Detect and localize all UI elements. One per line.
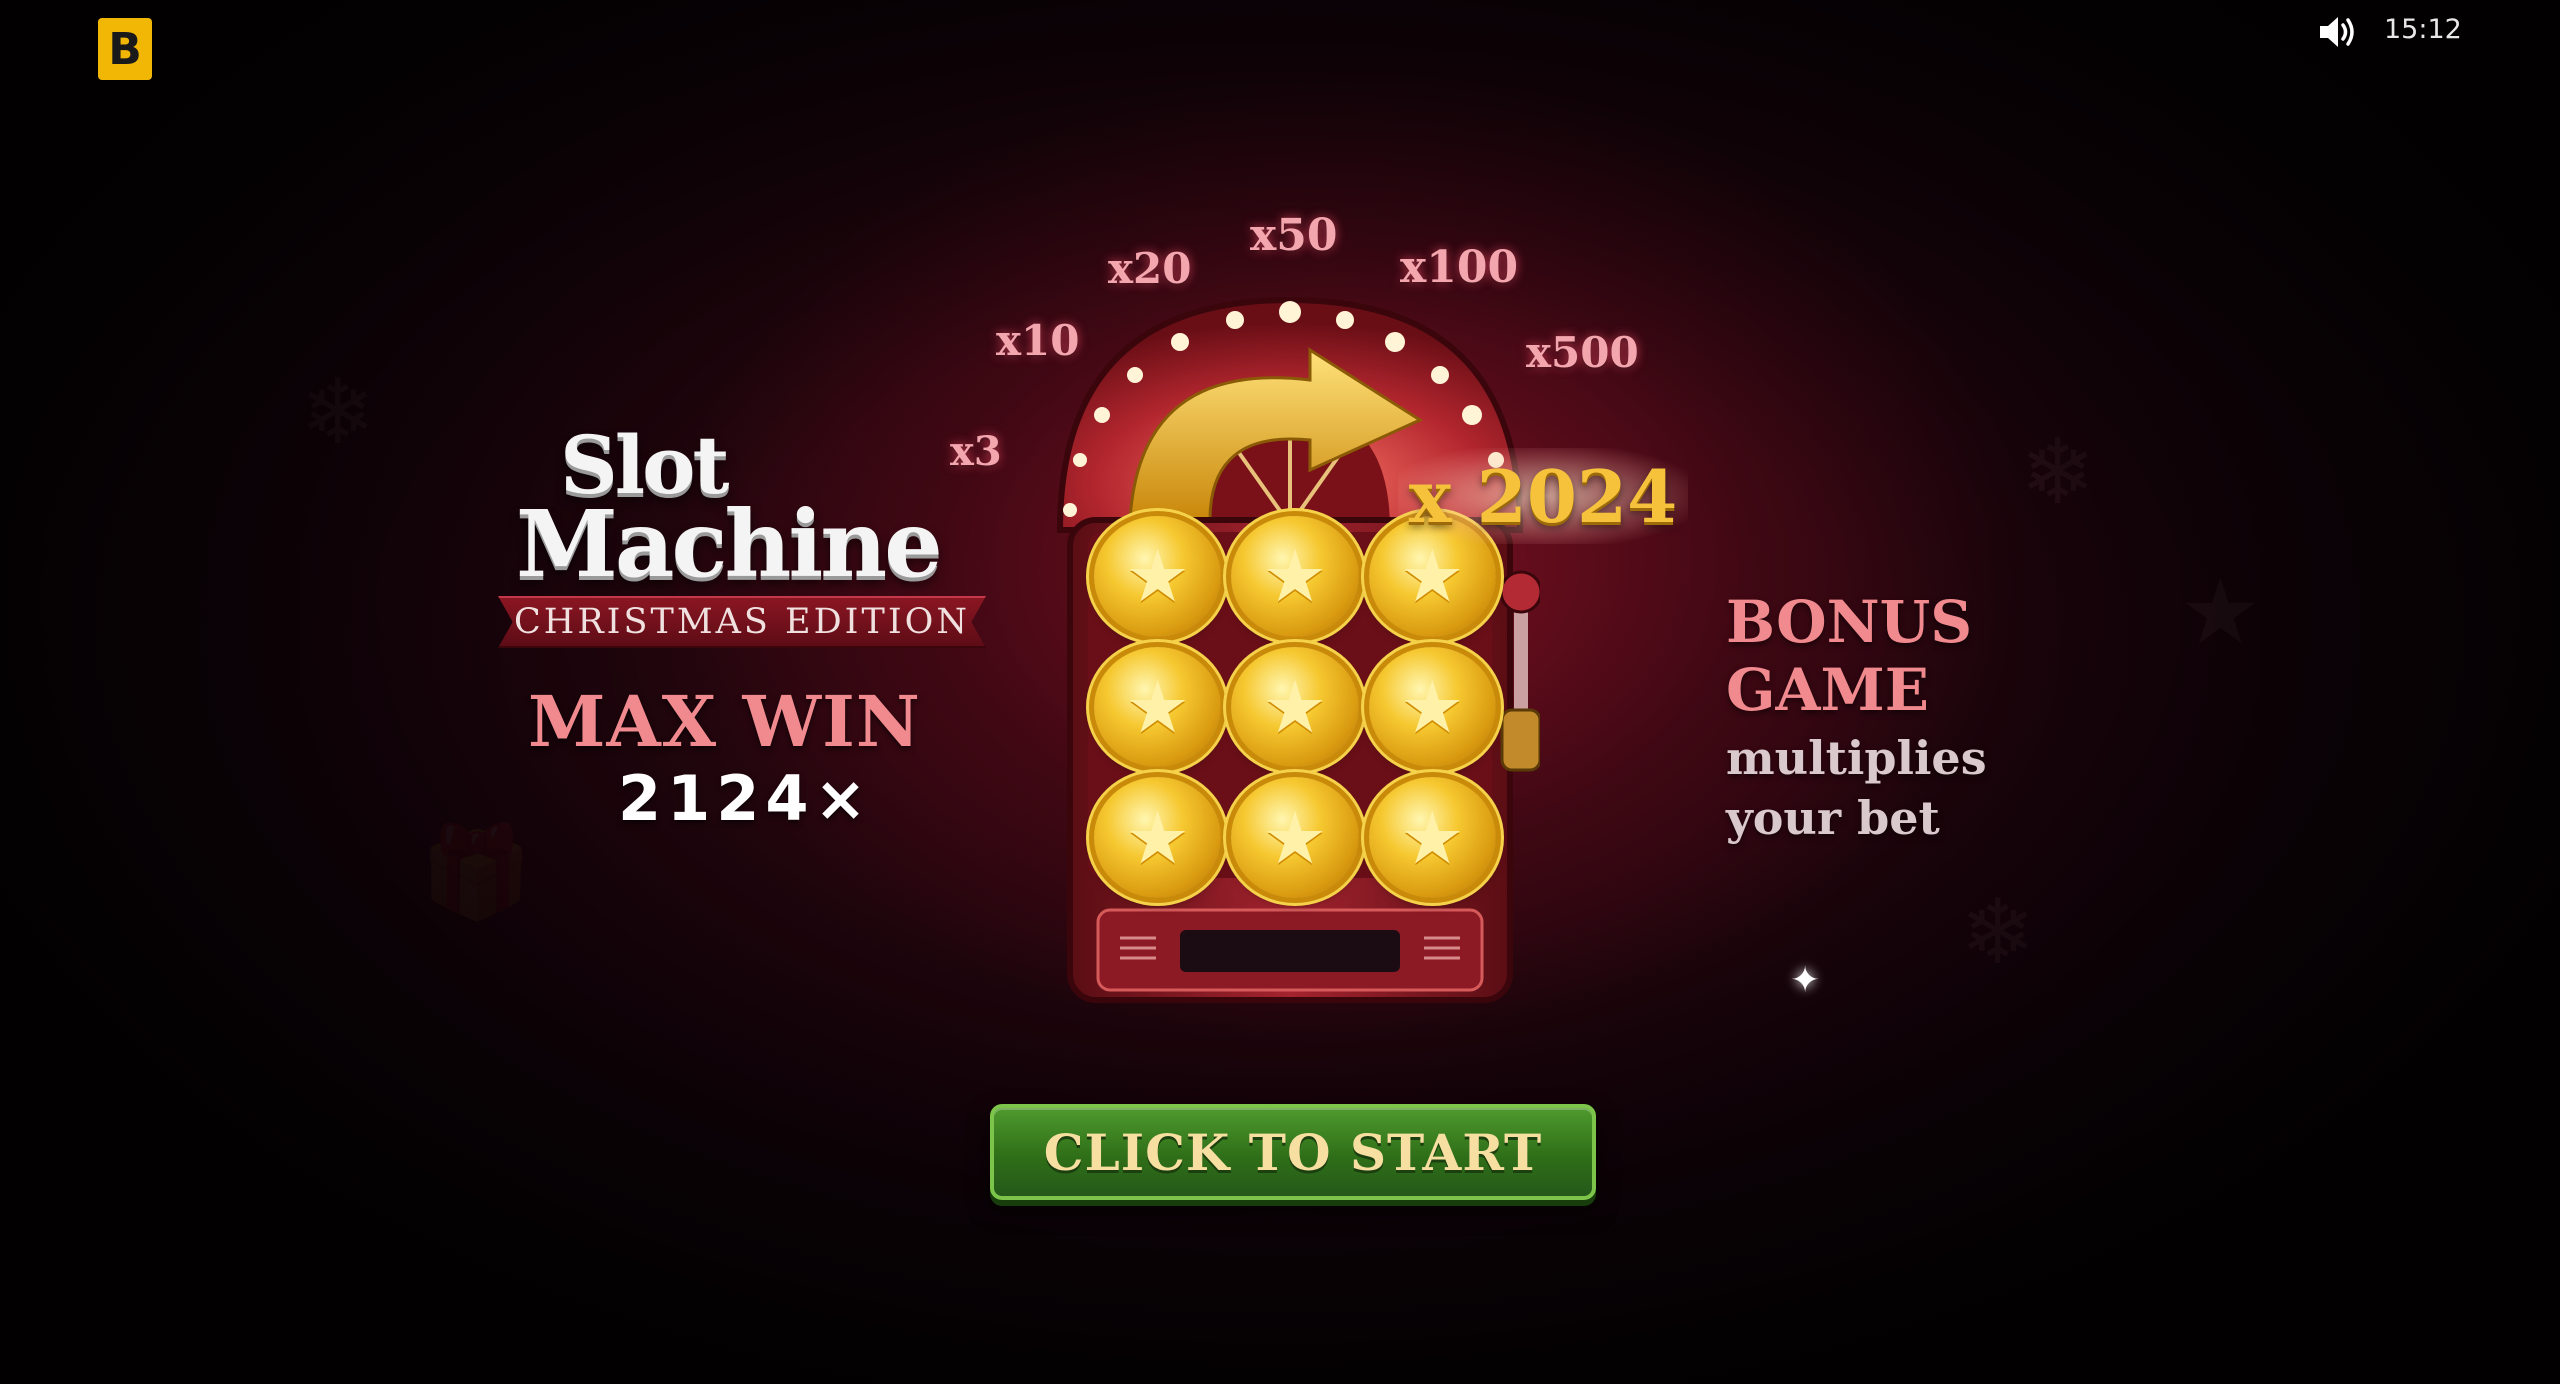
multiplier-label: x50	[1250, 210, 1338, 261]
multiplier-label: x3	[950, 428, 1002, 475]
background-doodle: ❄	[2020, 420, 2096, 525]
game-title-line2: Machine	[516, 490, 943, 598]
background-doodle: ❄	[1960, 880, 2036, 985]
max-win-label: MAX WIN	[528, 680, 921, 763]
clock-time: 15:12	[2384, 14, 2462, 45]
bonus-description-line2: your bet	[1726, 791, 1940, 845]
multiplier-label: x500	[1526, 328, 1639, 377]
bonus-description-line1: multiplies	[1726, 731, 1987, 785]
sparkle-icon: ✦	[1790, 960, 1821, 1001]
star-coin-icon: ★	[1368, 646, 1496, 768]
background-doodle: ★	[2180, 560, 2261, 665]
star-coin-icon: ★	[1368, 777, 1496, 898]
reel-grid: ★ ★ ★ ★ ★ ★ ★ ★ ★	[1090, 512, 1500, 902]
click-to-start-button[interactable]: CLICK TO START	[990, 1104, 1596, 1200]
brand-logo: B	[98, 18, 152, 80]
star-coin-icon: ★	[1231, 777, 1359, 898]
background-doodle: ❄	[300, 360, 376, 465]
bonus-description: multiplies your bet	[1726, 728, 1987, 848]
star-coin-icon: ★	[1094, 646, 1222, 768]
edition-ribbon: CHRISTMAS EDITION	[498, 596, 986, 648]
star-coin-icon: ★	[1231, 516, 1359, 637]
bonus-heading-line1: BONUS	[1726, 588, 1973, 656]
max-win-value: 2124×	[618, 762, 873, 835]
game-splash-screen: ❄ 🎁 ❄ ★ ❄ B 15:12 Slot Machine CHRISTMAS…	[0, 0, 2560, 1384]
background-doodle: 🎁	[420, 820, 533, 925]
star-coin-icon: ★	[1094, 516, 1222, 637]
bonus-heading: BONUS GAME	[1726, 588, 1972, 724]
bonus-heading-line2: GAME	[1726, 656, 1929, 724]
top-multiplier: x 2024	[1398, 448, 1688, 544]
speaker-icon[interactable]	[2316, 12, 2360, 52]
star-coin-icon: ★	[1231, 646, 1359, 768]
star-coin-icon: ★	[1094, 777, 1222, 898]
